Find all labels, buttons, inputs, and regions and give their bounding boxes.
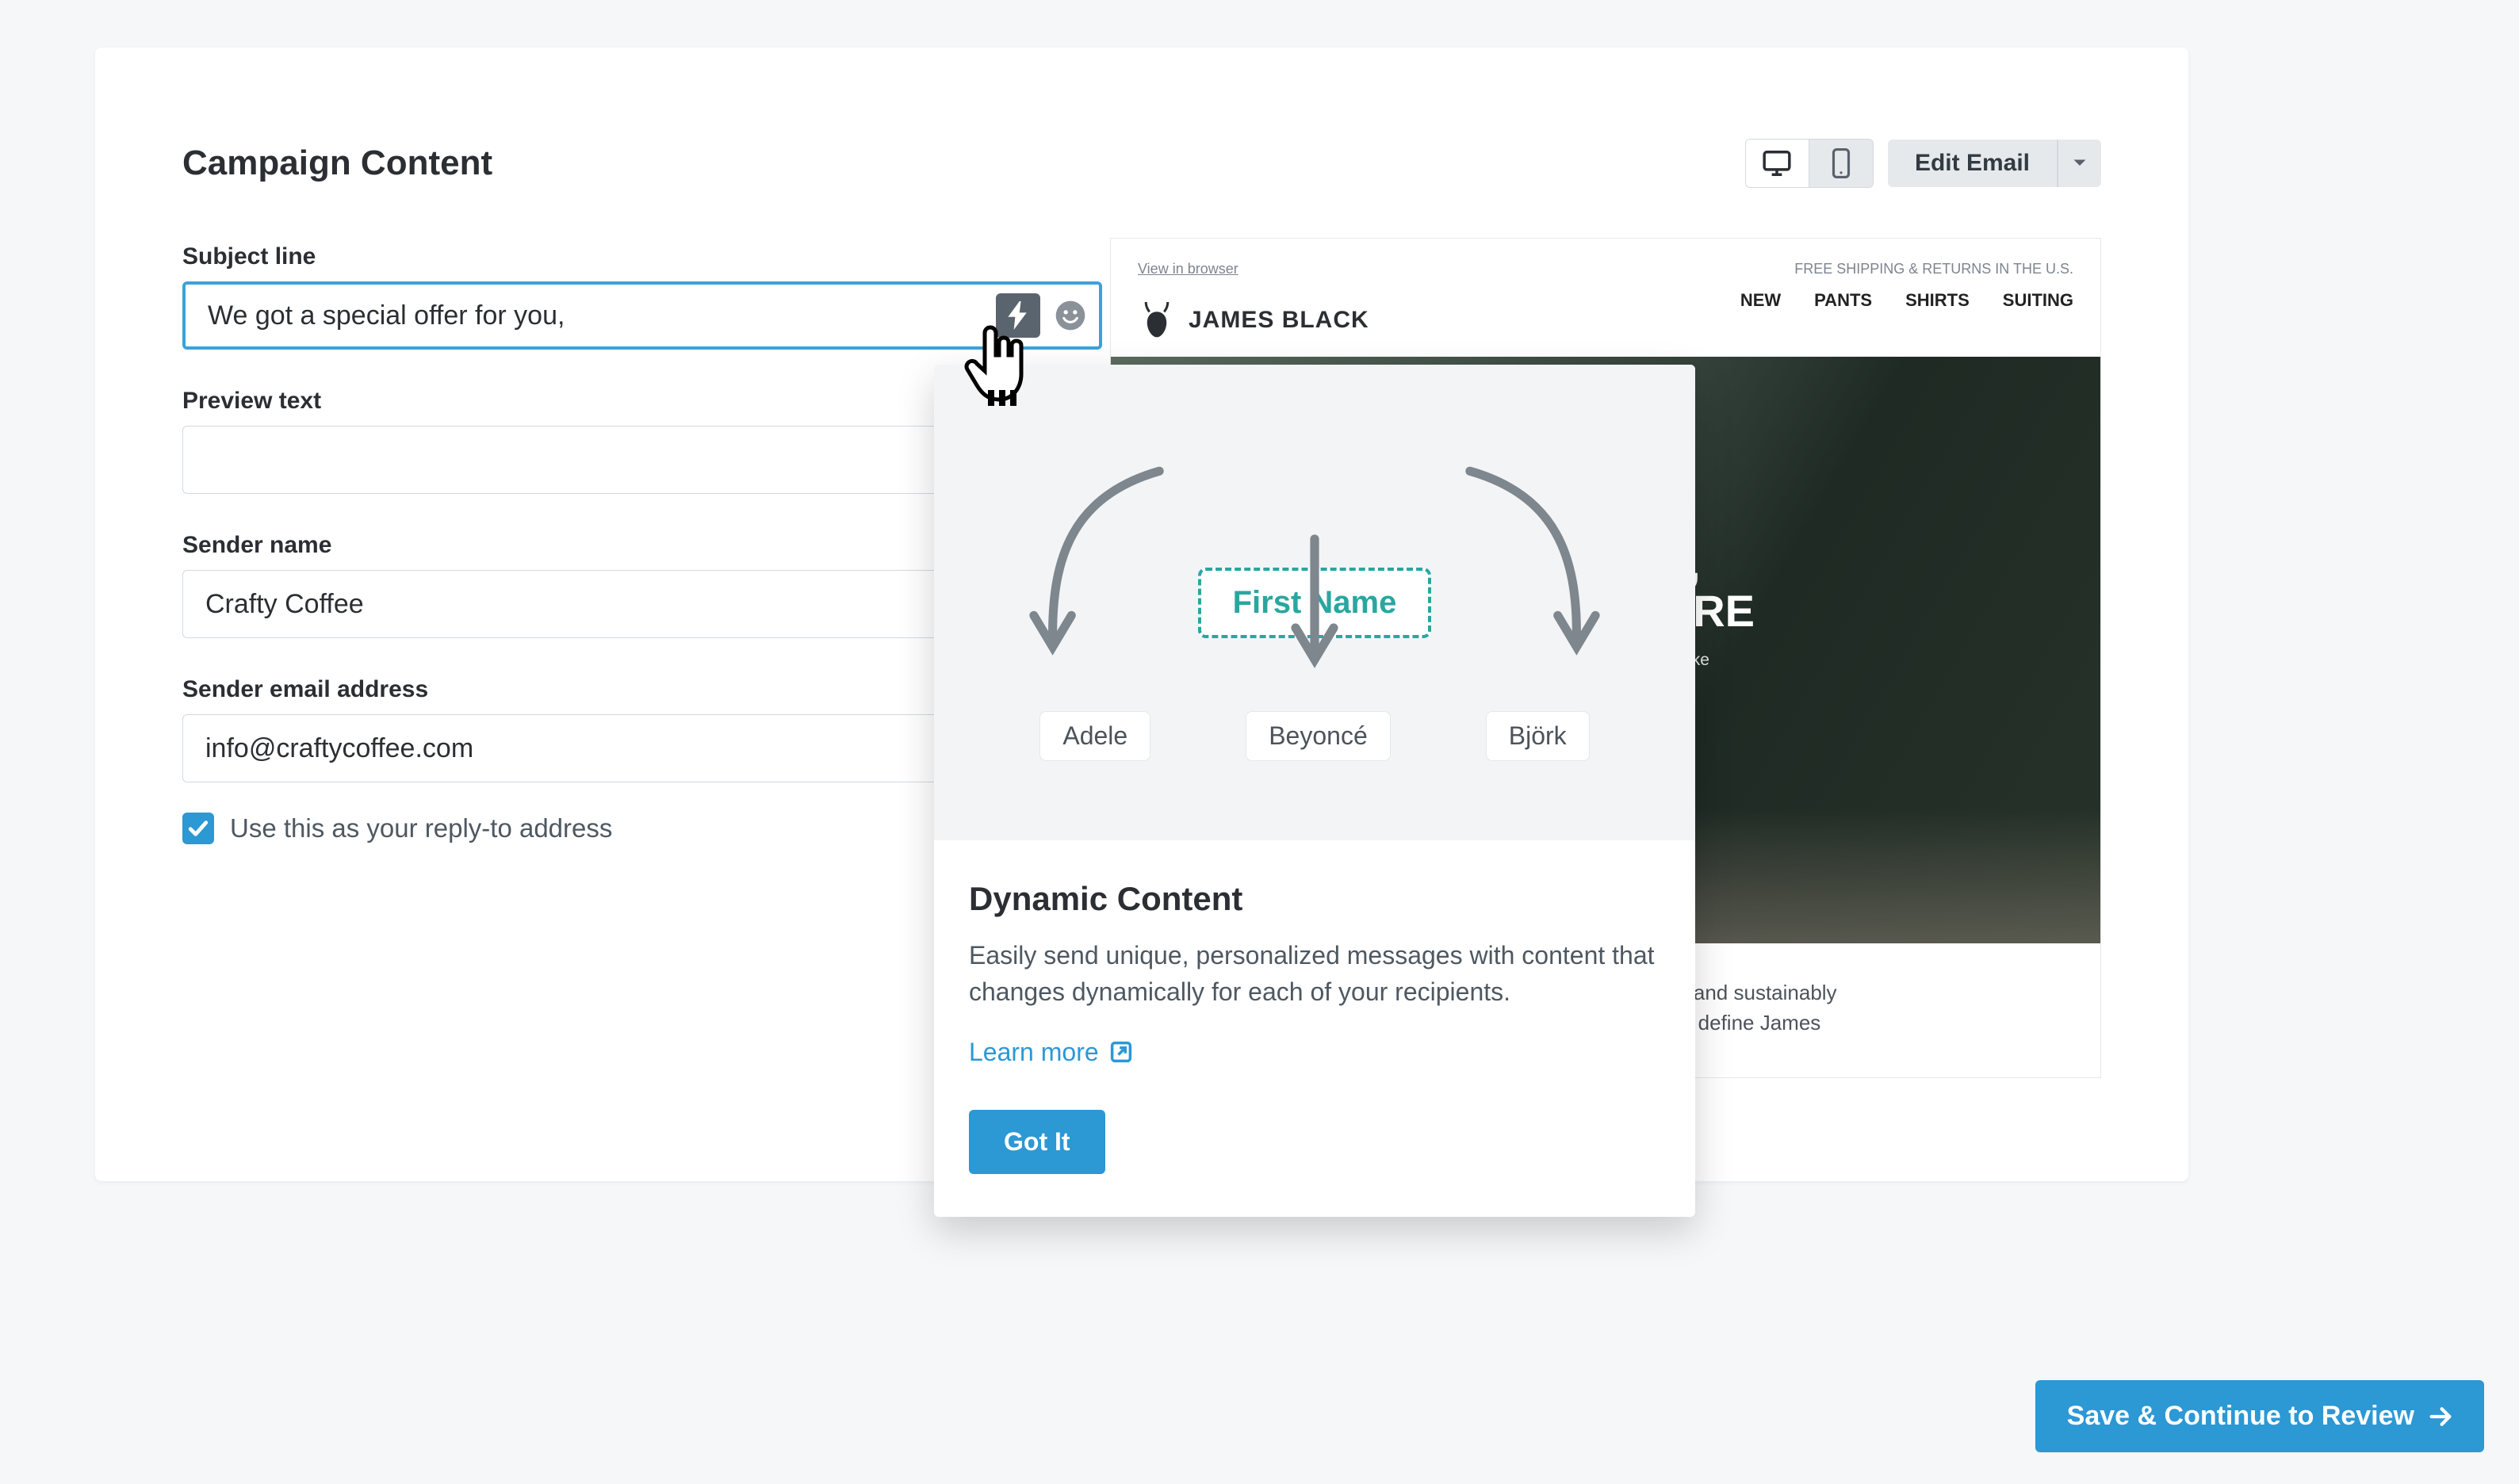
arrow-curve-right-icon: [1457, 458, 1608, 672]
dynamic-content-button[interactable]: [996, 293, 1040, 338]
mobile-icon: [1831, 148, 1851, 178]
emoji-button[interactable]: [1048, 293, 1093, 338]
desktop-icon: [1762, 149, 1792, 178]
mobile-view-button[interactable]: [1809, 140, 1873, 187]
nav-item[interactable]: SUITING: [2003, 290, 2073, 311]
save-continue-button[interactable]: Save & Continue to Review: [2035, 1380, 2484, 1452]
subject-line-label: Subject line: [182, 243, 1102, 270]
lightning-icon: [1007, 301, 1029, 330]
edit-email-dropdown-button[interactable]: [2057, 140, 2101, 187]
arrow-right-icon: [2429, 1406, 2452, 1427]
got-it-button[interactable]: Got It: [969, 1110, 1105, 1174]
example-chip: Adele: [1039, 711, 1150, 761]
reply-to-label: Use this as your reply-to address: [230, 813, 612, 843]
example-chip: Björk: [1486, 711, 1590, 761]
example-chip: Beyoncé: [1246, 711, 1391, 761]
edit-email-button[interactable]: Edit Email: [1888, 140, 2057, 187]
dynamic-content-popover: First Name Adele Beyoncé Björk Dynamic C…: [934, 365, 1695, 1217]
reply-to-checkbox[interactable]: [182, 813, 214, 844]
header-controls: Edit Email: [1745, 139, 2101, 188]
arrow-down-icon: [1283, 531, 1346, 674]
device-toggle: [1745, 139, 1874, 188]
subject-line-input[interactable]: [182, 281, 1102, 350]
preview-nav: NEW PANTS SHIRTS SUITING: [1740, 290, 2073, 311]
card-header: Campaign Content Edit Email: [182, 139, 2101, 188]
learn-more-link[interactable]: Learn more: [969, 1038, 1660, 1067]
nav-item[interactable]: SHIRTS: [1905, 290, 1970, 311]
desktop-view-button[interactable]: [1746, 140, 1809, 187]
edit-email-group: Edit Email: [1888, 140, 2101, 187]
view-in-browser-link[interactable]: View in browser: [1138, 261, 1369, 277]
page-title: Campaign Content: [182, 143, 492, 183]
brand-name: JAMES BLACK: [1189, 307, 1369, 334]
popover-title: Dynamic Content: [969, 880, 1660, 918]
popover-description: Easily send unique, personalized message…: [969, 937, 1660, 1011]
deer-logo-icon: [1138, 300, 1176, 341]
nav-item[interactable]: PANTS: [1814, 290, 1872, 311]
arrow-curve-left-icon: [1021, 458, 1172, 672]
popover-illustration: First Name Adele Beyoncé Björk: [934, 365, 1695, 840]
smiley-icon: [1055, 300, 1086, 331]
nav-item[interactable]: NEW: [1740, 290, 1781, 311]
free-shipping-text: FREE SHIPPING & RETURNS IN THE U.S.: [1740, 261, 2073, 277]
check-icon: [188, 820, 209, 837]
external-link-icon: [1110, 1041, 1132, 1063]
caret-down-icon: [2072, 159, 2088, 168]
